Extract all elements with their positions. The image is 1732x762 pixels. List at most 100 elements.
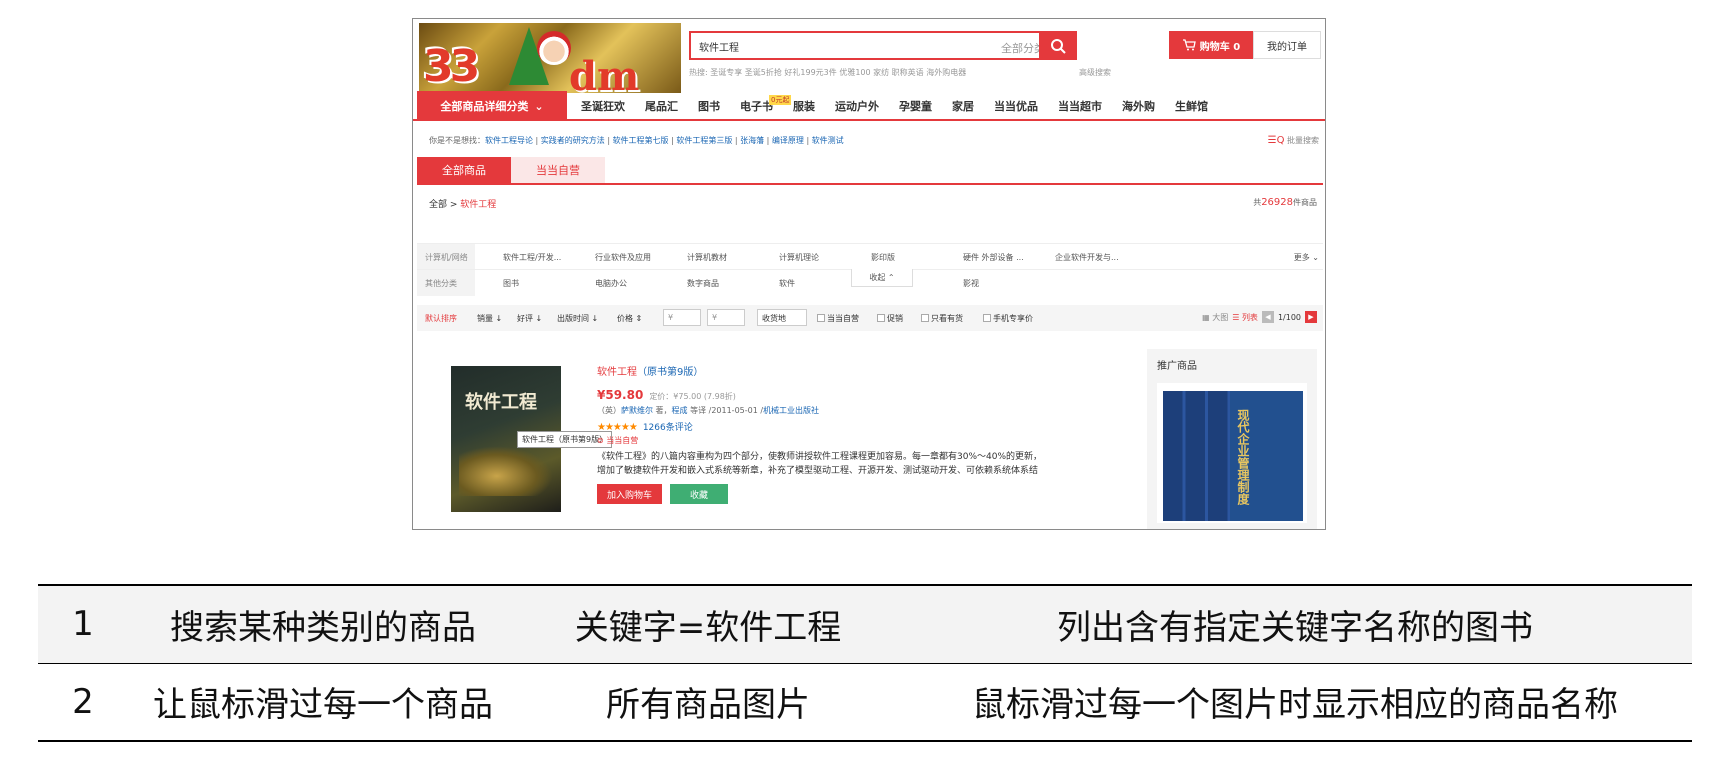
site-logo[interactable]: 33 dm <box>419 23 681 93</box>
separator: | <box>803 136 812 145</box>
category-link[interactable]: 图书 <box>503 278 519 289</box>
breadcrumb-root[interactable]: 全部 > <box>429 200 457 210</box>
view-list-toggle[interactable]: ☰ 列表 <box>1232 312 1258 323</box>
self-operated-icon: ⊜ <box>597 436 604 445</box>
checkbox-icon <box>817 314 825 322</box>
checkbox-icon <box>983 314 991 322</box>
test-id: 1 <box>72 604 94 645</box>
page-indicator: 1/100 <box>1277 312 1301 322</box>
advanced-search-link[interactable]: 高级搜索 <box>1079 67 1111 78</box>
nav-item[interactable]: 图书 <box>698 98 720 114</box>
checkbox-icon <box>877 314 885 322</box>
filter-in-stock[interactable]: 只看有货 <box>921 313 963 324</box>
test-case-table: 1 搜索某种类别的商品 关键字=软件工程 列出含有指定关键字名称的图书 2 让鼠… <box>38 584 1692 742</box>
sort-sales[interactable]: 销量 ↓ <box>477 313 502 324</box>
ebook-badge: 0元起 <box>769 95 792 105</box>
view-big-toggle[interactable]: ▦ 大图 <box>1202 312 1228 323</box>
checkbox-icon <box>921 314 929 322</box>
sort-price[interactable]: 价格 ⇕ <box>617 313 642 324</box>
price-min-input[interactable]: ¥ <box>663 309 701 326</box>
publisher-link[interactable]: 机械工业出版社 <box>763 406 819 415</box>
nav-item[interactable]: 运动户外 <box>835 98 879 114</box>
suggested-keyword-link[interactable]: 软件测试 <box>812 136 844 145</box>
promo-heading: 推广商品 <box>1157 361 1197 372</box>
price-max-input[interactable]: ¥ <box>707 309 745 326</box>
category-link[interactable]: 电脑办公 <box>595 278 627 289</box>
prev-page-button[interactable]: ◀ <box>1261 311 1274 323</box>
nav-item[interactable]: 尾品汇 <box>645 98 678 114</box>
product-title-link[interactable]: 软件工程（原书第9版） <box>597 363 1137 378</box>
nav-items: 圣诞狂欢 尾品汇 图书 电子书 服装 运动户外 孕婴童 家居 当当优品 当当超市 海外购 生鲜馆 <box>581 91 1208 121</box>
category-link[interactable]: 硬件 外部设备 ... <box>963 252 1024 263</box>
filter-mobile-price[interactable]: 手机专享价 <box>983 313 1033 324</box>
list-search-icon: ☰Q <box>1267 135 1285 146</box>
filter-promotion[interactable]: 促销 <box>877 313 903 324</box>
breadcrumb-current: 软件工程 <box>460 200 497 210</box>
category-link[interactable]: 企业软件开发与... <box>1055 252 1119 263</box>
sort-bar: 默认排序 销量 ↓ 好评 ↓ 出版时间 ↓ 价格 ⇕ ¥ ¥ 收货地 当当自营 … <box>417 305 1323 331</box>
category-link[interactable]: 行业软件及应用 <box>595 252 651 263</box>
table-row: 2 让鼠标滑过每一个商品 所有商品图片 鼠标滑过每一个图片时显示相应的商品名称 <box>38 663 1692 741</box>
nav-item[interactable]: 当当超市 <box>1058 98 1102 114</box>
hot-keywords[interactable]: 热搜: 圣诞专享 圣诞5折抢 好礼199元3件 优雅100 家纺 职称英语 海外… <box>689 67 966 78</box>
suggested-keywords: 你是不是想找：软件工程导论 | 实践者的研究方法 | 软件工程第七版 | 软件工… <box>429 135 844 146</box>
nav-item[interactable]: 当当优品 <box>994 98 1038 114</box>
nav-item[interactable]: 圣诞狂欢 <box>581 98 625 114</box>
category-link[interactable]: 数字商品 <box>687 278 719 289</box>
test-expected: 鼠标滑过每一个图片时显示相应的商品名称 <box>972 685 1618 726</box>
breadcrumb: 全部 > 软件工程 <box>429 197 496 210</box>
suggested-keyword-link[interactable]: 实践者的研究方法 <box>541 136 605 145</box>
category-link[interactable]: 软件工程/开发... <box>503 252 561 263</box>
translator-link[interactable]: 程成 <box>672 406 688 415</box>
nav-item[interactable]: 家居 <box>952 98 974 114</box>
promoted-products: 推广商品 现代企业管理制度 <box>1147 349 1317 529</box>
dangdang-screenshot: 33 dm 软件工程 全部分类 ▾ 热搜: 圣诞专享 圣诞5折抢 好礼199元3… <box>412 18 1326 530</box>
suggested-keyword-link[interactable]: 软件工程导论 <box>485 136 533 145</box>
category-link[interactable]: 计算机教材 <box>687 252 727 263</box>
suggested-keyword-link[interactable]: 张海藩 <box>740 136 764 145</box>
sort-pubdate[interactable]: 出版时间 ↓ <box>557 313 598 324</box>
filter-self-operated[interactable]: 当当自营 <box>817 313 859 324</box>
sort-rating[interactable]: 好评 ↓ <box>517 313 542 324</box>
category-link[interactable]: 影印版 <box>871 252 895 263</box>
category-menu-button[interactable]: 全部商品详细分类 ⌄ <box>417 91 567 121</box>
nav-item[interactable]: 生鲜馆 <box>1175 98 1208 114</box>
suggested-keyword-link[interactable]: 软件工程第七版 <box>613 136 669 145</box>
category-link[interactable]: 软件 <box>779 278 795 289</box>
promo-product-image[interactable]: 现代企业管理制度 <box>1157 383 1307 523</box>
nav-item[interactable]: 孕婴童 <box>899 98 932 114</box>
more-categories-button[interactable]: 更多 ⌄ <box>1294 252 1319 263</box>
suggested-keyword-link[interactable]: 编译原理 <box>772 136 804 145</box>
suggested-keyword-link[interactable]: 软件工程第三版 <box>676 136 732 145</box>
category-row: 计算机/网络 更多 ⌄ 软件工程/开发... 行业软件及应用 计算机教材 计算机理论 影… <box>417 243 1323 270</box>
suggest-prefix: 你是不是想找： <box>429 136 485 145</box>
tab-all-products[interactable]: 全部商品 <box>417 157 511 183</box>
search-button[interactable] <box>1039 31 1077 60</box>
chevron-down-icon: ⌄ <box>534 99 544 113</box>
author-link[interactable]: 萨默维尔 <box>621 406 653 415</box>
test-input: 所有商品图片 <box>606 685 810 726</box>
nav-item[interactable]: 服装 <box>793 98 815 114</box>
next-page-button[interactable]: ▶ <box>1305 311 1317 323</box>
product-author-line: （英）萨默维尔 著，程成 等译 /2011-05-01 /机械工业出版社 <box>597 406 820 415</box>
batch-search-link[interactable]: ☰Q 批量搜索 <box>1268 135 1319 146</box>
my-orders-link[interactable]: 我的订单 <box>1253 31 1321 59</box>
search-box[interactable]: 软件工程 全部分类 ▾ <box>689 31 1077 60</box>
nav-item[interactable]: 海外购 <box>1122 98 1155 114</box>
collect-button[interactable]: 收藏 <box>670 484 729 504</box>
collapse-button[interactable]: 收起 ⌃ <box>851 269 913 287</box>
star-rating-icon: ★★★★★ <box>597 422 638 433</box>
add-to-cart-button[interactable]: 加入购物车 <box>597 484 663 504</box>
reviews-link[interactable]: 1266条评论 <box>643 423 693 433</box>
separator: | <box>764 136 772 145</box>
tab-self-operated[interactable]: 当当自营 <box>511 157 605 183</box>
category-link[interactable]: 计算机理论 <box>779 252 819 263</box>
search-input[interactable]: 软件工程 <box>699 39 739 54</box>
ship-to-select[interactable]: 收货地 <box>757 309 807 326</box>
category-link[interactable]: 影视 <box>963 278 979 289</box>
cart-button[interactable]: 购物车 0 <box>1169 31 1253 59</box>
tab-underline <box>417 183 1323 185</box>
sort-default[interactable]: 默认排序 <box>425 313 457 324</box>
test-action: 搜索某种类别的商品 <box>170 607 476 648</box>
product-info: 软件工程（原书第9版） ¥59.80 定价：¥75.00 (7.98折) （英）萨… <box>597 363 1137 504</box>
